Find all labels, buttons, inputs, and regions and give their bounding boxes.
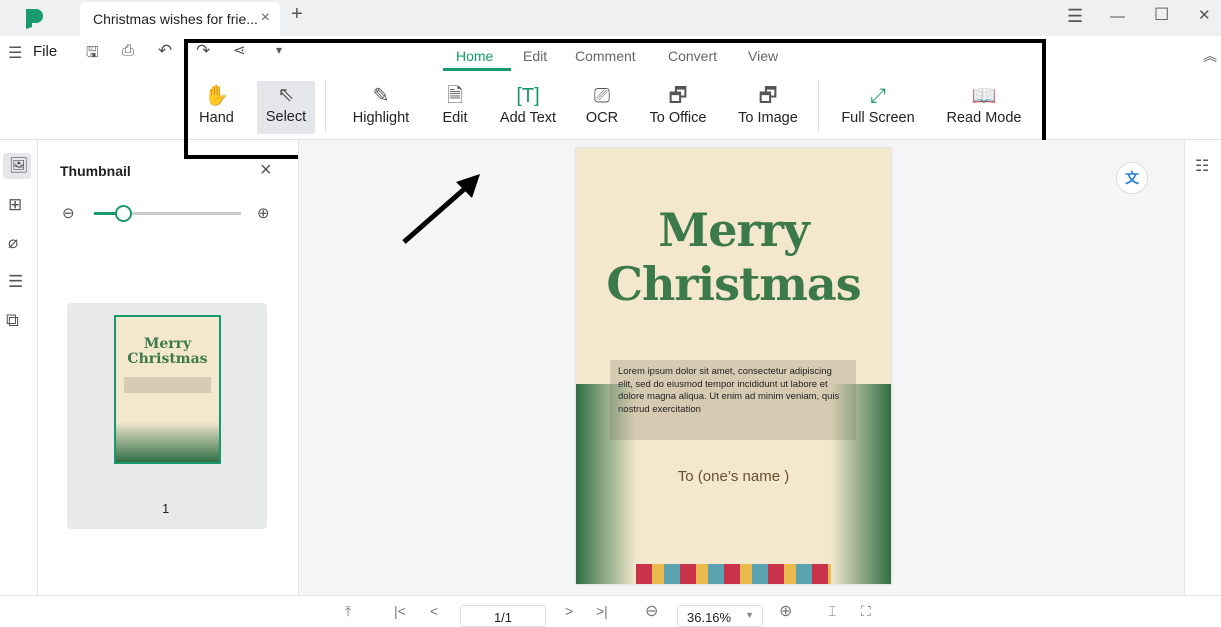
page-input[interactable]: 1/1 [460,605,546,627]
zoom-in-button[interactable]: ⊕ [779,601,792,621]
file-menu[interactable]: File [33,43,57,60]
title-bar: Christmas wishes for frie... × + ☰ — ☐ ✕ [0,0,1221,36]
tab-title: Christmas wishes for frie... [93,11,258,27]
status-bar [0,595,1221,622]
collapse-ribbon-icon[interactable]: ︽ [1203,46,1217,66]
first-page-icon[interactable]: |< [394,603,406,619]
close-button[interactable]: ✕ [1198,6,1211,24]
zoom-select[interactable]: 36.16% ▼ [677,605,763,627]
thumbnail-icon: 🖼 [9,157,29,174]
menu-button[interactable]: ☰ [1067,6,1083,27]
minimize-button[interactable]: — [1110,8,1125,25]
doc-body-text: Lorem ipsum dolor sit amet, consectetur … [610,360,856,440]
hamburger-icon[interactable]: ☰ [8,43,22,63]
zoom-out-icon[interactable]: ⊖ [62,204,75,222]
arrow-annotation-icon [402,174,480,244]
right-sidebar: ☷ [1184,140,1221,595]
doc-title-line2: Christmas [606,257,861,311]
tab-close-button[interactable]: × [261,9,270,27]
translate-button[interactable]: 文 [1116,162,1148,194]
thumbnail-panel: Thumbnail × ⊖ ⊕ Merry Christmas 1 [38,140,299,595]
undo-icon[interactable]: ↶ [158,41,172,61]
maximize-button[interactable]: ☐ [1154,5,1169,25]
bookmark-icon[interactable]: ⊞ [8,195,22,215]
close-panel-button[interactable]: × [260,159,272,182]
slider-handle[interactable] [115,205,133,222]
prev-page-icon[interactable]: < [430,603,438,619]
zoom-in-icon[interactable]: ⊕ [257,204,270,222]
document-tab[interactable]: Christmas wishes for frie... × [80,2,280,36]
panel-title: Thumbnail [60,163,131,179]
last-page-icon[interactable]: >| [596,603,608,619]
properties-icon[interactable]: ☷ [1195,156,1209,176]
fit-width-icon[interactable]: ⌶ [828,603,836,620]
chevron-down-icon: ▼ [745,610,754,620]
left-sidebar: 🖼 ⊞ ⌀ ☰ ⧉ [0,140,38,595]
page-number-label: 1 [162,501,170,516]
fit-page-icon[interactable]: ⛶ [861,603,871,620]
attachment-icon[interactable]: ⌀ [8,233,18,253]
new-tab-button[interactable]: + [291,3,303,26]
page-thumbnail[interactable]: Merry Christmas 1 [67,303,267,529]
comment-icon[interactable]: ☰ [8,272,23,292]
app-logo-icon [26,9,43,29]
pdf-page: Merry Christmas Lorem ipsum dolor sit am… [576,148,891,584]
doc-title-line1: Merry [658,203,809,257]
sidebar-thumbnail-button[interactable]: 🖼 [3,153,31,179]
zoom-out-button[interactable]: ⊖ [645,601,658,621]
next-page-icon[interactable]: > [565,603,573,619]
zoom-value: 36.16% [687,610,732,625]
layers-icon[interactable]: ⧉ [6,310,19,331]
thumbnail-zoom-slider[interactable] [94,205,241,222]
print-icon[interactable]: ⎙ [122,42,134,59]
thumbnail-image: Merry Christmas [114,315,221,464]
save-icon[interactable]: 🖫 [86,42,99,67]
scroll-top-icon[interactable]: ⤒ [345,603,351,620]
